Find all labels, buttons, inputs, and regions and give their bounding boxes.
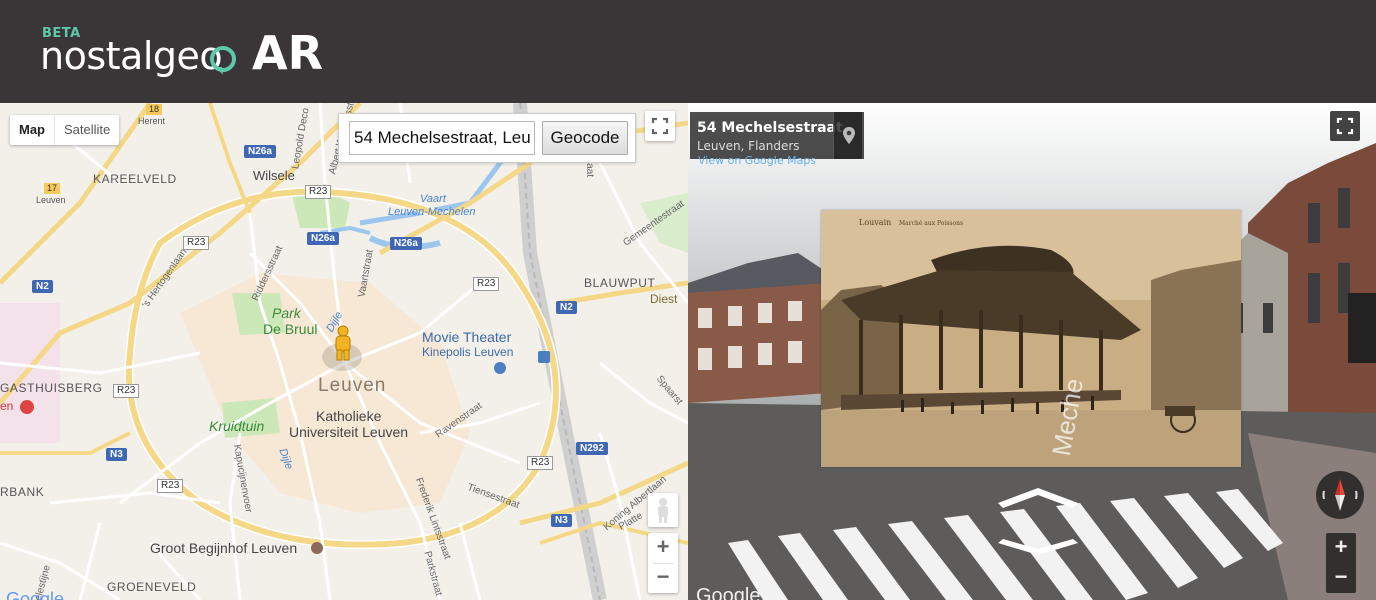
label-herent: Herent: [138, 116, 166, 126]
shield-n26a: N26a: [244, 145, 276, 158]
shield-n2: N2: [556, 301, 577, 314]
pegman-icon: [658, 498, 668, 523]
street-view-panel[interactable]: Louvain Marché aux Poissons Meche 54 Mec…: [688, 103, 1376, 600]
open-in-maps-button[interactable]: [833, 112, 864, 159]
label-kinepolis[interactable]: Kinepolis Leuven: [422, 345, 513, 359]
photo-caption-title: Marché aux Poissons: [899, 220, 964, 227]
photo-caption-city: Louvain: [859, 218, 892, 227]
map-zoom-out-button[interactable]: −: [648, 563, 678, 593]
google-logo: Google: [696, 585, 761, 600]
map-fullscreen-button[interactable]: [645, 111, 675, 141]
label-katholieke: Katholieke: [316, 408, 382, 424]
shield-n26a: N26a: [307, 232, 339, 245]
label-begijnhof: Groot Begijnhof Leuven: [150, 540, 298, 556]
location-pin-icon: [210, 46, 236, 75]
sv-zoom-in-button[interactable]: +: [1326, 533, 1356, 563]
address-title: 54 Mechelsestraat: [697, 120, 843, 136]
fullscreen-icon: [651, 117, 669, 135]
label-leuven-exit: Leuven: [36, 195, 66, 205]
label-groeneveld: GROENEVELD: [107, 580, 197, 594]
exit-18: 18: [146, 104, 163, 115]
geocode-panel: Geocode: [338, 113, 636, 163]
shield-r23: R23: [113, 384, 140, 398]
app-header: BETA nostalgeo AR: [0, 0, 1376, 103]
shield-r23: R23: [527, 456, 554, 470]
street-view-zoom-control: + −: [1326, 533, 1356, 593]
map-panel[interactable]: KAREELVELD Wilsele BLAUWPUT Diest GASTHU…: [0, 103, 688, 600]
map-type-map-button[interactable]: Map: [10, 115, 55, 145]
shield-n26a: N26a: [390, 237, 422, 250]
compass-control[interactable]: [1316, 471, 1364, 519]
shield-r23: R23: [473, 277, 500, 291]
shield-n2: N2: [32, 280, 53, 293]
compass-icon: [1322, 479, 1358, 511]
label-universiteit: Universiteit Leuven: [289, 424, 409, 440]
shield-r23: R23: [183, 236, 210, 250]
label-gasthuisberg: GASTHUISBERG: [0, 381, 103, 395]
historical-photo: [821, 210, 1241, 467]
address-input[interactable]: [349, 121, 535, 155]
map-type-control: Map Satellite: [10, 115, 120, 145]
shield-r23: R23: [157, 479, 184, 493]
label-rbank: RBANK: [0, 485, 45, 499]
label-leuven: Leuven: [318, 375, 387, 396]
shield-n292: N292: [576, 442, 608, 455]
label-leuven-mechelen: Leuven-Mechelen: [388, 206, 476, 218]
label-diest: Diest: [650, 292, 678, 306]
label-movie-theater[interactable]: Movie Theater: [422, 329, 511, 345]
label-de-bruul: De Bruul: [263, 321, 318, 337]
label-wilsele: Wilsele: [253, 168, 295, 183]
street-view-fullscreen-button[interactable]: [1330, 111, 1360, 141]
fullscreen-icon: [1336, 117, 1354, 135]
label-blauwput: BLAUWPUT: [584, 276, 656, 290]
label-kruidtuin: Kruidtuin: [209, 418, 265, 434]
ar-label: AR: [252, 26, 324, 80]
geocode-button[interactable]: Geocode: [542, 121, 628, 155]
exit-17: 17: [44, 183, 61, 194]
map-zoom-control: + −: [648, 533, 678, 593]
map-zoom-in-button[interactable]: +: [648, 533, 678, 563]
address-subtitle: Leuven, Flanders: [697, 139, 800, 153]
map-pin-icon: [843, 127, 855, 144]
pegman-control[interactable]: [648, 493, 678, 527]
shield-r23: R23: [305, 185, 332, 199]
brand-name: nostalgeo: [40, 34, 223, 78]
shield-n3: N3: [106, 448, 127, 461]
map-type-satellite-button[interactable]: Satellite: [55, 115, 119, 145]
sv-zoom-out-button[interactable]: −: [1326, 563, 1356, 593]
label-park: Park: [272, 305, 301, 321]
label-en: en: [0, 399, 14, 413]
view-on-google-maps-link[interactable]: View on Google Maps: [698, 154, 816, 167]
historical-photo-overlay[interactable]: Louvain Marché aux Poissons: [821, 210, 1241, 467]
label-vaart: Vaart: [420, 193, 446, 205]
shield-n3: N3: [551, 514, 572, 527]
label-kareelveld: KAREELVELD: [93, 172, 177, 186]
google-logo: Google: [6, 589, 65, 600]
